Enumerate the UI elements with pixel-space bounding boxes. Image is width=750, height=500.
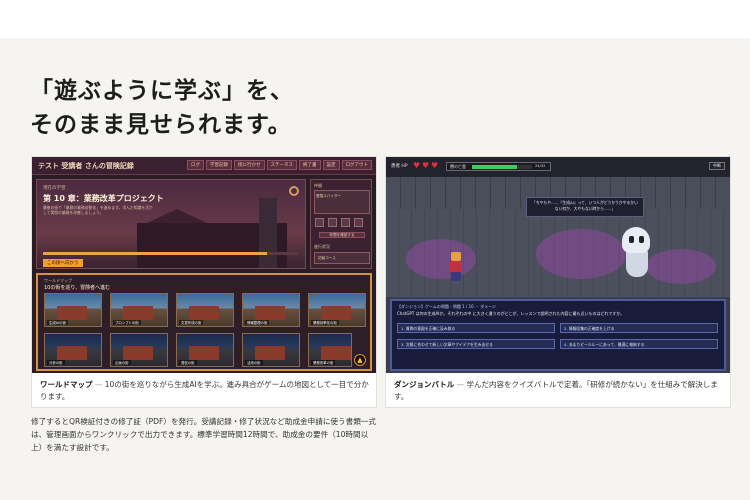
game-tab[interactable]: ログアウト [341,160,372,170]
game-tab[interactable]: ステータス [266,160,297,170]
town-label: 文書作成の街 [179,320,204,325]
battle-status-bar: 勇者 HP ♥ ♥ ♥ 闇の亡霊 24/32 中断 [386,157,730,177]
town-label: 業務効率化の街 [311,320,339,325]
certificate-description: 修了するとQR検証付きの修了証（PDF）を発行。受講記録・修了状況など助成金申請… [31,417,376,452]
game-tab[interactable]: 学習記録 [206,160,232,170]
town-tile[interactable]: 企画の街 [110,333,168,367]
world-map-grid: ワールドマップ 10の街を巡り、冒険者へ進む 生成AIの街 プロンプトの街 文書… [36,273,372,371]
section-headline: 「遊ぶように学ぶ」を、 そのまま見せられます。 [30,74,294,142]
town-tile[interactable]: 発信の街 [176,333,234,367]
town-tile[interactable]: 文書作成の街 [176,293,234,327]
ghost-enemy-sprite [618,227,654,277]
progress-label: 進行状況 [314,244,330,249]
answer-option-3[interactable]: 3. 文脈に合わせて新しい文章やアイデアを生み出せる [397,339,555,349]
town-tile[interactable]: 業務効率化の街 [308,293,366,327]
game-tab[interactable]: 設定 [322,160,340,170]
enemy-name: 闇の亡霊 [450,164,466,169]
answer-option-4[interactable]: 4. あまりピールルーにあって、最適に格納する [560,339,718,349]
item-icon[interactable] [354,218,363,227]
current-lesson-panel: 現在の学習 第 10 章：業務改革プロジェクト 最後の街で「業務の業務自動化」を… [36,179,306,269]
game-header-tabs: ログ 学習記録 街に行かせ ステータス 終了書 設定 ログアウト [187,160,372,170]
party-member-name: 冒険スパイダー [316,194,342,198]
town-tile[interactable]: プロンプトの街 [110,293,168,327]
world-map-screenshot: テスト 受講者 さんの冒険記録 ログ 学習記録 街に行かせ ステータス 終了書 … [32,157,376,373]
dungeon-battle-card: 勇者 HP ♥ ♥ ♥ 闇の亡霊 24/32 中断 「ちやもや……『生成AI』っ… [385,156,731,408]
enemy-hp-box: 闇の亡霊 24/32 [446,162,551,171]
party-button[interactable]: 仲間を確認する [319,232,365,238]
enemy-hp-bar [472,165,532,169]
town-label: 業務改革の街 [311,360,336,365]
compass-icon[interactable] [289,186,299,196]
town-label: プロンプトの街 [113,320,141,325]
game-header-bar: テスト 受講者 さんの冒険記録 ログ 学習記録 街に行かせ ステータス 終了書 … [32,157,376,175]
town-label: 情報整理の街 [245,320,270,325]
town-tile[interactable]: 分析の街 [44,333,102,367]
dungeon-floor [386,209,730,297]
dungeon-screenshot: 勇者 HP ♥ ♥ ♥ 闇の亡霊 24/32 中断 「ちやもや……『生成AI』っ… [386,157,730,373]
town-tile[interactable]: 生成AIの街 [44,293,102,327]
item-icon[interactable] [328,218,337,227]
hero-sprite [446,252,466,282]
continue-button[interactable]: この街へ向かう [43,259,83,267]
quiz-panel: 【ダンジョン】ゲームの問題・問題 1 / 10 ・ ダメージ ChatGPT は… [390,299,726,371]
town-label: 分析の街 [47,360,65,365]
world-map-caption: ワールドマップ — 10の街を巡りながら生成AIを学ぶ。進み具合がゲームの地図と… [40,379,370,403]
dungeon-caption: ダンジョンバトル — 学んだ内容をクイズバトルで定着。「研修が続かない」を仕組み… [394,379,724,403]
headline-line-2: そのまま見せられます。 [30,112,292,138]
game-tab[interactable]: 終了書 [299,160,321,170]
caption-separator: — [456,380,465,389]
town-label: 企画の街 [113,360,131,365]
caption-title: ダンジョンバトル [394,380,455,389]
lesson-description: 最後の街で「業務の業務自動化」を進めます。学んだ知識を活かして実際の業務を改善し… [43,205,153,215]
item-icon[interactable] [315,218,324,227]
quiz-question: ChatGPT は何の生成AIか。それぞれの中 に大きく違うのがどこが、レッスン… [397,311,625,316]
magic-glow [536,229,626,279]
lesson-title: 第 10 章：業務改革プロジェクト [43,194,164,203]
heart-icon: ♥ [422,161,430,170]
answer-option-2[interactable]: 2. 情報収集の正確度を上げる [560,323,718,333]
top-band [0,0,750,38]
party-label: 仲間 [314,183,322,188]
map-title: 10の街を巡り、冒険者へ進む [44,285,111,291]
headline-line-1: 「遊ぶように学ぶ」を、 [30,78,294,104]
town-tile[interactable]: 情報整理の街 [242,293,300,327]
answer-option-1[interactable]: 1. 質問の意図を正確に汲み取る [397,323,555,333]
heart-icon: ♥ [431,161,439,170]
town-tile[interactable]: 活用の街 [242,333,300,367]
town-label: 生成AIの街 [47,320,68,325]
town-label: 発信の街 [179,360,197,365]
caption-title: ワールドマップ [40,380,93,389]
game-tab[interactable]: ログ [187,160,204,170]
town-tile[interactable]: 業務改革の街 [308,333,352,367]
enemy-hp-text: 24/32 [535,164,546,168]
game-header-title: テスト 受講者 さんの冒険記録 [38,162,134,170]
heart-icon: ♥ [413,161,421,170]
pause-button[interactable]: 中断 [709,162,725,170]
town-label: 活用の街 [245,360,263,365]
world-map-card: テスト 受講者 さんの冒険記録 ログ 学習記録 街に行かせ ステータス 終了書 … [31,156,377,408]
enemy-speech-bubble: 「ちやもや……『生成AI』って、いつ人がどうかうかやるかいない何か、大やもない時… [526,197,644,217]
lesson-progress-bar [43,252,298,255]
warning-icon[interactable]: ▲ [354,354,366,366]
course-value: 初級コース [314,252,370,264]
lesson-label: 現在の学習 [43,186,66,191]
caption-separator: — [94,380,103,389]
player-hp-label: 勇者 HP [391,164,408,169]
party-side-panel: 仲間 冒険スパイダー 仲間を確認する 進行状況 初級コース [310,179,372,269]
game-tab[interactable]: 街に行かせ [234,160,265,170]
item-icon[interactable] [341,218,350,227]
quiz-header: 【ダンジョン】ゲームの問題・問題 1 / 10 ・ ダメージ [397,304,497,309]
magic-glow [646,249,716,284]
castle-illustration [137,198,287,268]
